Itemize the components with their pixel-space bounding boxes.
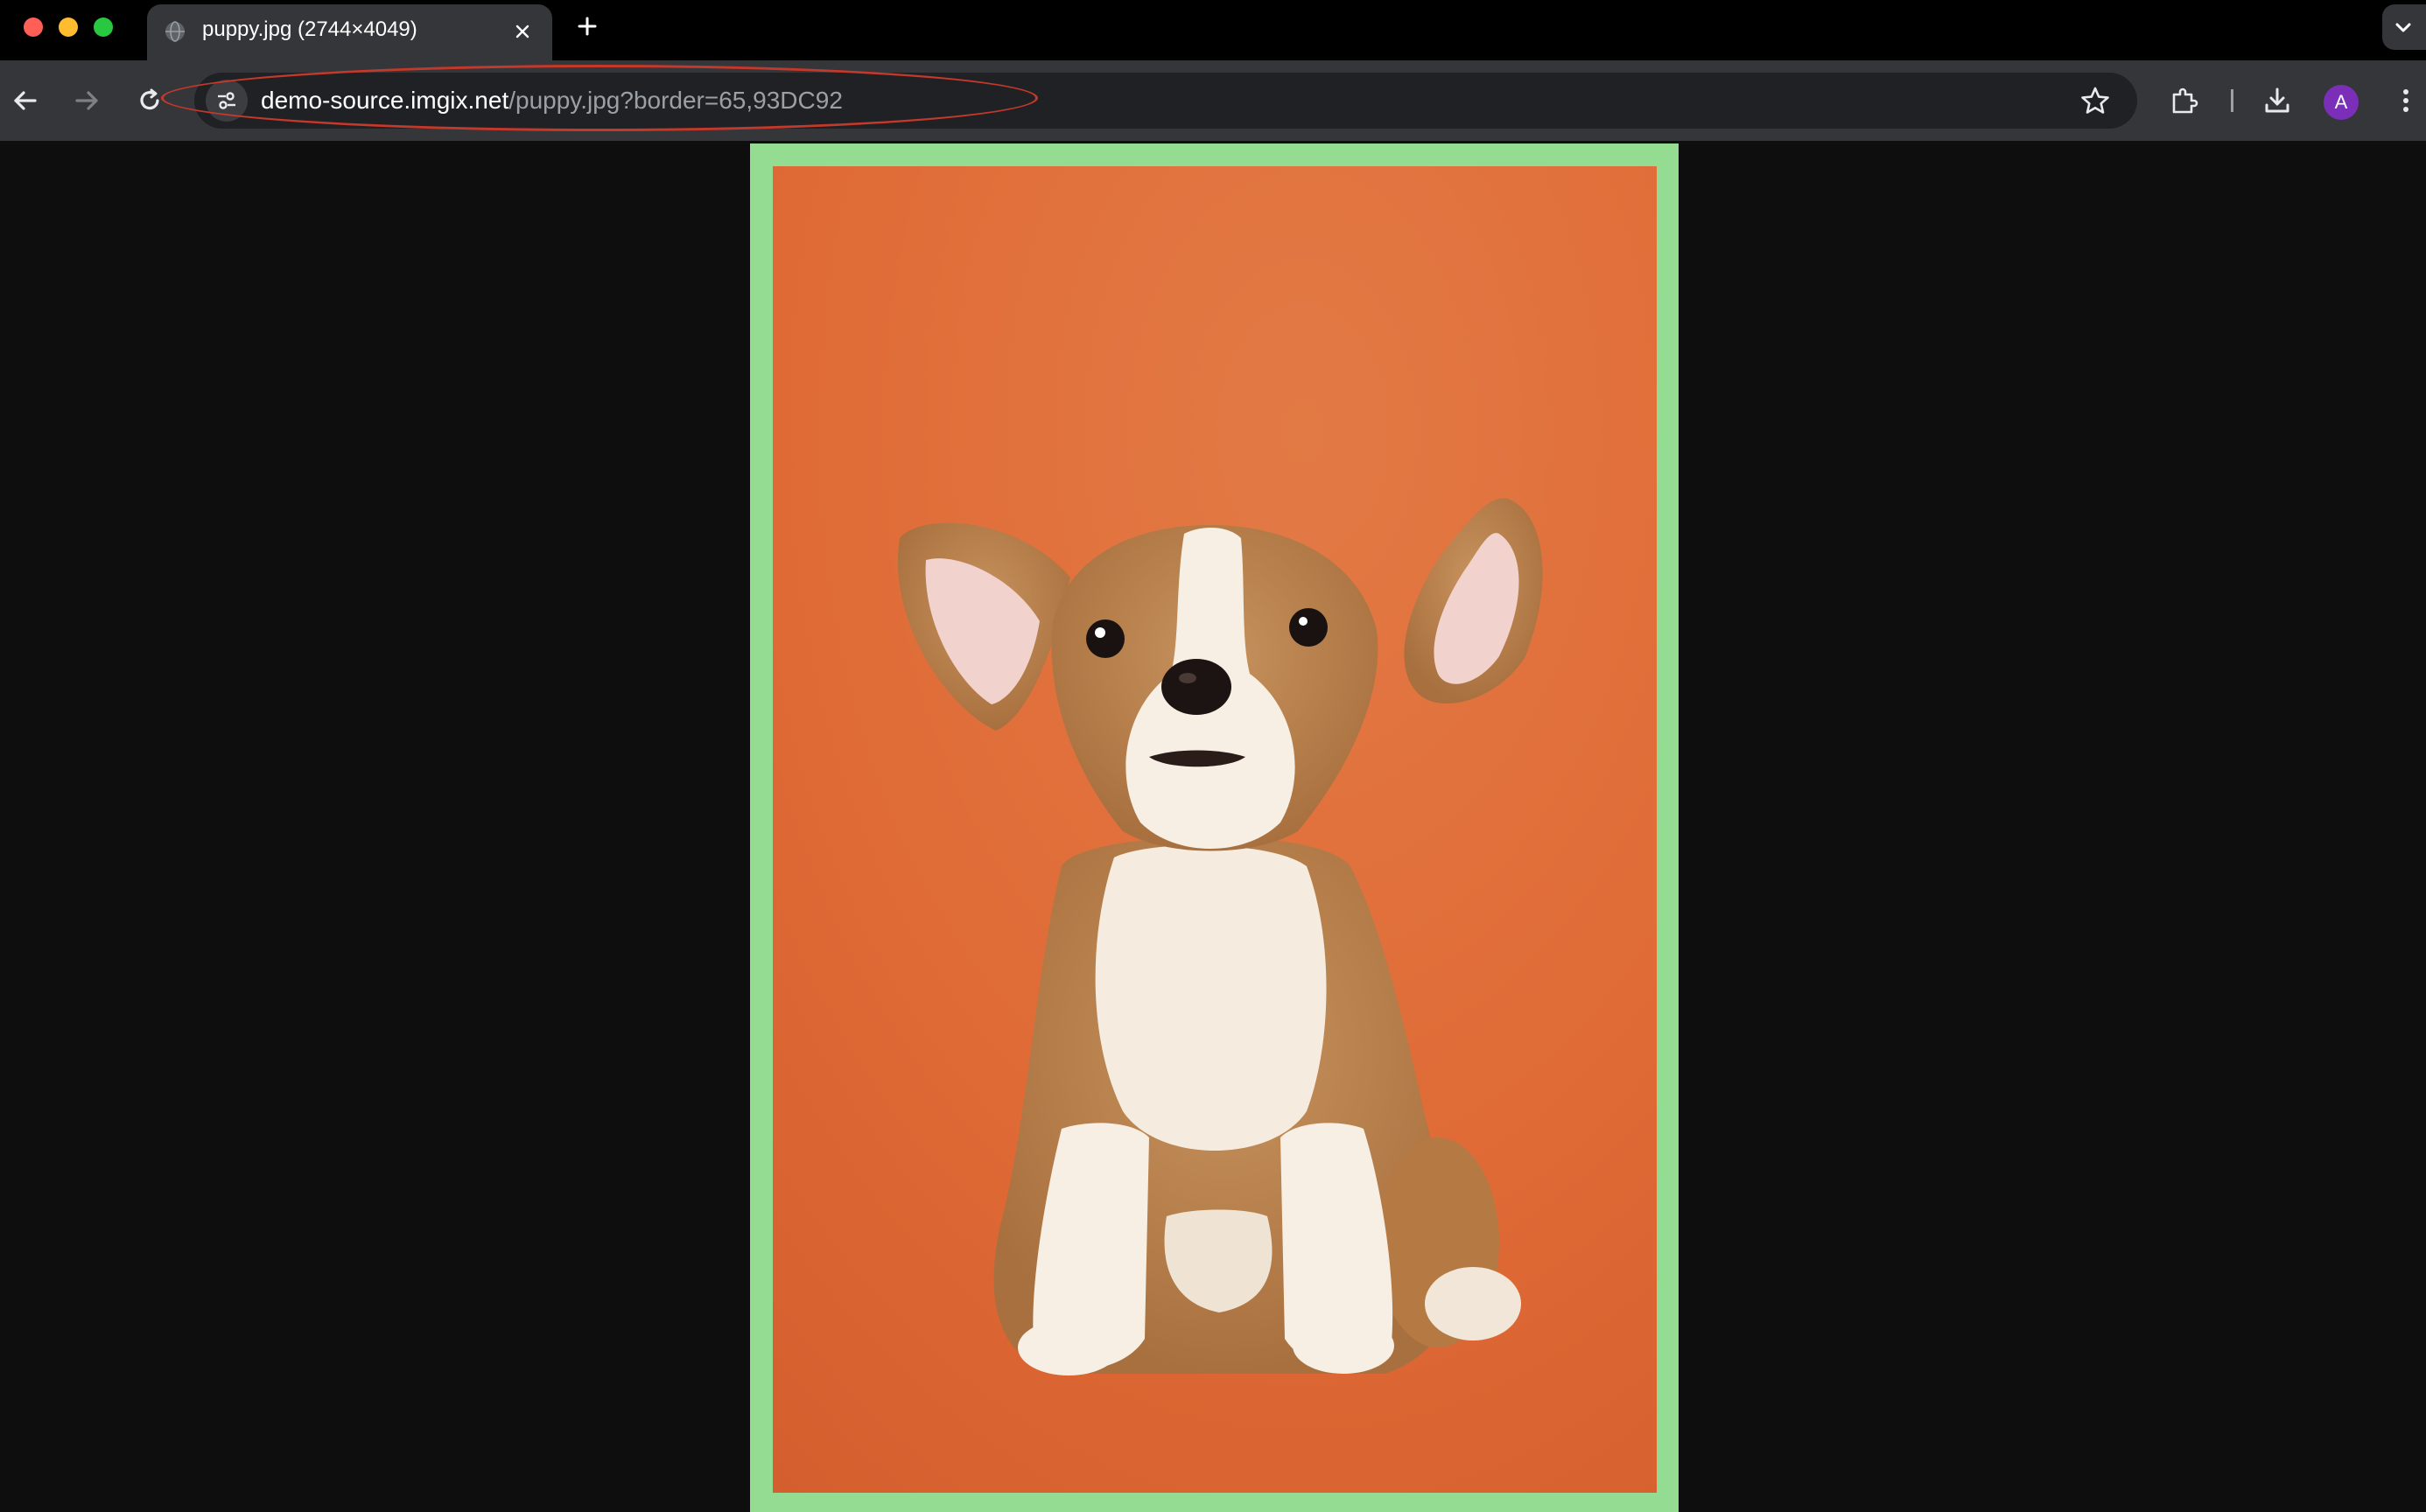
puppy-photo (773, 166, 1657, 1493)
bordered-image (750, 144, 1679, 1512)
bookmark-star-icon[interactable] (2079, 85, 2111, 116)
profile-avatar[interactable]: A (2324, 85, 2359, 120)
maximize-window-button[interactable] (94, 18, 113, 37)
extensions-puzzle-icon[interactable] (2169, 85, 2200, 116)
tab-search-button[interactable] (2382, 4, 2426, 50)
page-viewport (0, 141, 2426, 1512)
back-arrow-icon[interactable] (10, 85, 41, 116)
close-tab-icon[interactable] (511, 20, 534, 43)
forward-arrow-icon[interactable] (71, 85, 102, 116)
puppy-illustration (773, 166, 1657, 1493)
tab-strip: puppy.jpg (2744×4049) (0, 0, 2426, 60)
new-tab-icon[interactable] (575, 14, 599, 38)
reload-icon[interactable] (134, 85, 165, 116)
toolbar-divider (2231, 89, 2233, 112)
globe-icon (165, 21, 185, 42)
download-icon[interactable] (2261, 85, 2293, 116)
tab-active[interactable]: puppy.jpg (2744×4049) (147, 4, 552, 60)
chevron-down-icon (2395, 23, 2411, 32)
minimize-window-button[interactable] (59, 18, 78, 37)
url-annotation-ellipse (161, 65, 1038, 131)
tab-title: puppy.jpg (2744×4049) (202, 18, 417, 41)
close-window-button[interactable] (24, 18, 43, 37)
more-menu-icon[interactable] (2390, 85, 2422, 116)
